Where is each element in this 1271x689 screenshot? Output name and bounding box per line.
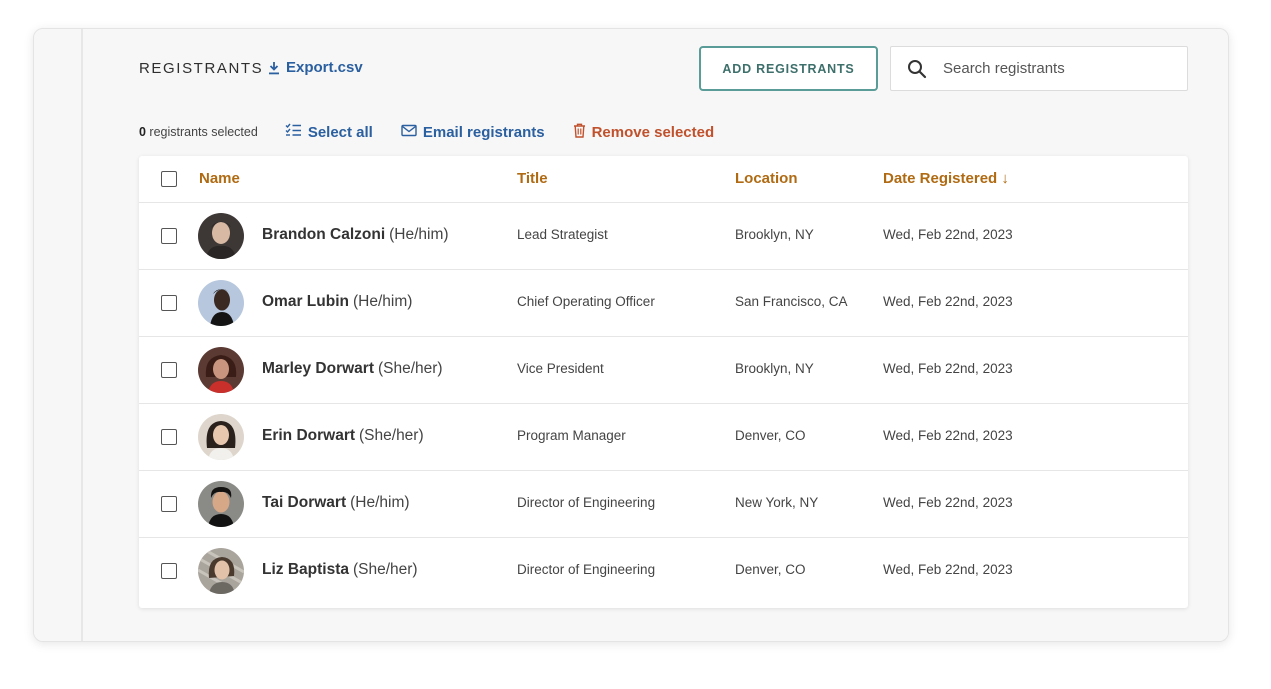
row-checkbox[interactable]: [161, 496, 177, 512]
email-registrants-label: Email registrants: [422, 123, 545, 141]
title-cell: Chief Operating Officer: [517, 294, 655, 309]
envelope-icon: [401, 124, 417, 141]
row-checkbox[interactable]: [161, 228, 177, 244]
remove-selected-label: Remove selected: [591, 123, 715, 141]
title-cell: Vice President: [517, 361, 604, 376]
column-header-location[interactable]: Location: [735, 170, 798, 187]
search-input[interactable]: [943, 60, 1173, 77]
title-cell: Program Manager: [517, 428, 626, 443]
trash-icon: [573, 123, 586, 142]
table-row[interactable]: Brandon Calzoni (He/him) Lead Strategist …: [139, 203, 1188, 270]
table-row[interactable]: Omar Lubin (He/him) Chief Operating Offic…: [139, 270, 1188, 337]
person-pronouns: (He/him): [352, 293, 413, 310]
export-csv-label: Export.csv: [286, 59, 363, 76]
select-all-link[interactable]: Select all: [285, 123, 373, 141]
row-checkbox[interactable]: [161, 295, 177, 311]
row-checkbox[interactable]: [161, 563, 177, 579]
person-name-cell: Marley Dorwart (She/her): [262, 360, 443, 378]
app-window: REGISTRANTS Export.csv ADD REGISTRANTS 0: [33, 28, 1229, 642]
person-name-cell: Brandon Calzoni (He/him): [262, 226, 449, 244]
select-all-checkbox[interactable]: [161, 171, 177, 187]
person-pronouns: (She/her): [359, 427, 424, 444]
location-cell: Denver, CO: [735, 428, 806, 443]
date-cell: Wed, Feb 22nd, 2023: [883, 495, 1013, 510]
date-cell: Wed, Feb 22nd, 2023: [883, 294, 1013, 309]
remove-selected-link[interactable]: Remove selected: [573, 123, 715, 142]
person-name-cell: Liz Baptista (She/her): [262, 561, 418, 579]
date-cell: Wed, Feb 22nd, 2023: [883, 428, 1013, 443]
row-checkbox[interactable]: [161, 429, 177, 445]
avatar: [198, 414, 244, 460]
column-header-date-registered[interactable]: Date Registered ↓: [883, 170, 1009, 187]
person-name-cell: Omar Lubin (He/him): [262, 293, 412, 311]
selected-count-suffix: registrants selected: [145, 125, 258, 139]
add-registrants-button[interactable]: ADD REGISTRANTS: [699, 46, 878, 91]
person-pronouns: (He/him): [350, 494, 410, 511]
avatar: [198, 213, 244, 259]
avatar: [198, 481, 244, 527]
search-icon: [891, 59, 943, 79]
column-header-name[interactable]: Name: [199, 170, 240, 187]
title-cell: Lead Strategist: [517, 227, 608, 242]
location-cell: Denver, CO: [735, 562, 806, 577]
row-checkbox[interactable]: [161, 362, 177, 378]
date-cell: Wed, Feb 22nd, 2023: [883, 361, 1013, 376]
export-csv-link[interactable]: Export.csv: [268, 59, 363, 76]
person-pronouns: (She/her): [352, 561, 418, 578]
location-cell: New York, NY: [735, 495, 819, 510]
person-name: Erin Dorwart: [262, 427, 356, 444]
person-name-cell: Tai Dorwart (He/him): [262, 494, 410, 512]
person-pronouns: (She/her): [377, 360, 443, 377]
download-icon: [268, 61, 280, 75]
selection-toolbar: 0 registrants selected Select all Email …: [139, 121, 742, 143]
email-registrants-link[interactable]: Email registrants: [401, 124, 545, 141]
location-cell: San Francisco, CA: [735, 294, 848, 309]
date-cell: Wed, Feb 22nd, 2023: [883, 562, 1013, 577]
location-cell: Brooklyn, NY: [735, 227, 814, 242]
person-name: Brandon Calzoni: [262, 226, 386, 243]
person-name: Liz Baptista: [262, 561, 349, 578]
checklist-icon: [285, 123, 302, 141]
avatar: [198, 548, 244, 594]
title-cell: Director of Engineering: [517, 562, 656, 577]
avatar: [198, 347, 244, 393]
table-row[interactable]: Tai Dorwart (He/him) Director of Engineer…: [139, 471, 1188, 538]
selected-count: 0: [139, 125, 146, 139]
selected-count-text: 0 registrants selected: [139, 125, 258, 139]
table-row[interactable]: Erin Dorwart (She/her) Program Manager De…: [139, 404, 1188, 471]
person-name: Tai Dorwart: [262, 494, 347, 511]
page-title: REGISTRANTS: [139, 60, 264, 77]
registrants-panel: REGISTRANTS Export.csv ADD REGISTRANTS 0: [85, 29, 1228, 641]
registrants-table: Name Title Location Date Registered ↓ Br…: [139, 156, 1188, 608]
person-pronouns: (He/him): [389, 226, 449, 243]
table-header-row: Name Title Location Date Registered ↓: [139, 156, 1188, 203]
location-cell: Brooklyn, NY: [735, 361, 814, 376]
table-row[interactable]: Liz Baptista (She/her) Director of Engine…: [139, 538, 1188, 605]
person-name: Marley Dorwart: [262, 360, 374, 377]
table-row[interactable]: Marley Dorwart (She/her) Vice President B…: [139, 337, 1188, 404]
person-name: Omar Lubin: [262, 293, 349, 310]
title-cell: Director of Engineering: [517, 495, 656, 510]
side-rail: [34, 29, 83, 641]
person-name-cell: Erin Dorwart (She/her): [262, 427, 424, 445]
date-cell: Wed, Feb 22nd, 2023: [883, 227, 1013, 242]
select-all-label: Select all: [307, 123, 373, 141]
search-box: [890, 46, 1188, 91]
column-header-title[interactable]: Title: [517, 170, 548, 187]
avatar: [198, 280, 244, 326]
